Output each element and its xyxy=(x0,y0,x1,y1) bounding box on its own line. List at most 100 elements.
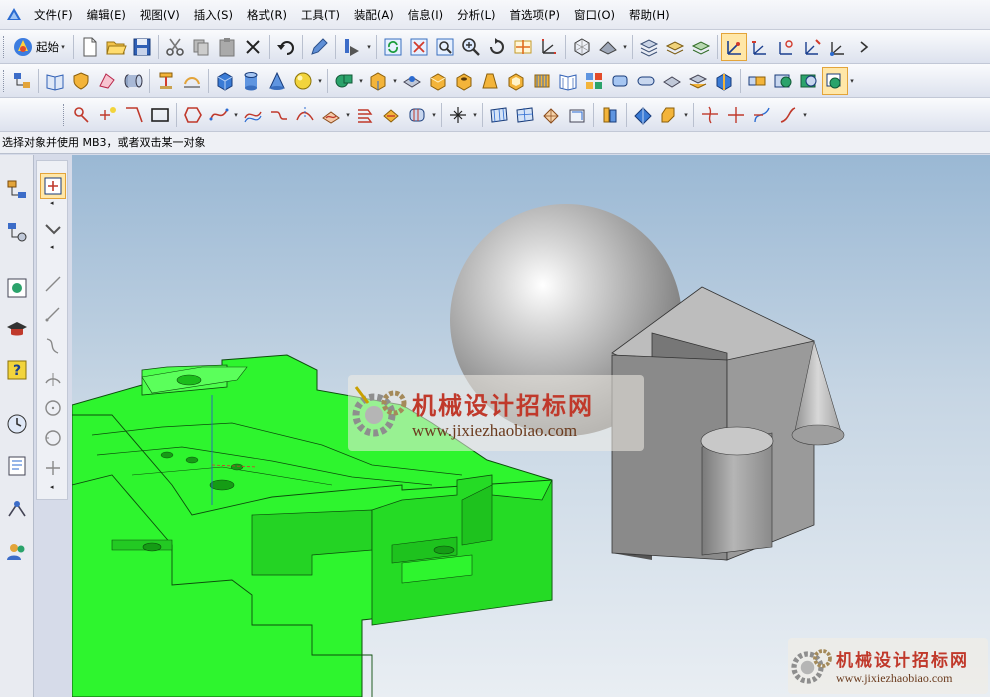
circle-button[interactable] xyxy=(40,395,66,421)
menu-information[interactable]: 信息(I) xyxy=(401,0,450,30)
web-browser-tab[interactable] xyxy=(3,273,30,303)
toolbar-grip[interactable] xyxy=(3,69,6,92)
offset-face-button[interactable] xyxy=(365,67,391,95)
boolean-options-button[interactable] xyxy=(822,66,848,95)
layer-settings-button[interactable] xyxy=(636,33,662,61)
copy-button[interactable] xyxy=(188,33,214,61)
chevron-down-icon[interactable]: ▾ xyxy=(682,111,690,119)
zoom-window-button[interactable] xyxy=(432,33,458,61)
sew-button[interactable] xyxy=(659,67,685,95)
chevron-down-icon[interactable]: ▾ xyxy=(430,111,438,119)
edge-blend-button[interactable] xyxy=(399,67,425,95)
chevron-down-icon[interactable]: ◂ xyxy=(50,483,54,491)
move-to-layer-button[interactable] xyxy=(688,33,714,61)
through-curves-button[interactable] xyxy=(486,101,512,129)
text-curve-button[interactable] xyxy=(378,101,404,129)
chevron-down-icon[interactable]: ◂ xyxy=(50,243,54,251)
profile-line-button[interactable] xyxy=(40,271,66,297)
unite-button[interactable] xyxy=(744,67,770,95)
studio-surface-button[interactable] xyxy=(564,101,590,129)
tube-button[interactable] xyxy=(633,67,659,95)
surface-offset-button[interactable] xyxy=(630,101,656,129)
hole-button[interactable] xyxy=(451,67,477,95)
chevron-down-icon[interactable]: ▾ xyxy=(316,77,324,85)
revolve-button[interactable] xyxy=(179,67,205,95)
assembly-navigator-tab[interactable] xyxy=(3,175,30,205)
divide-curve-button[interactable] xyxy=(723,101,749,129)
book-tool-button[interactable] xyxy=(42,67,68,95)
roles-tab[interactable] xyxy=(3,537,30,567)
sketch-feature-button[interactable] xyxy=(94,67,120,95)
menu-edit[interactable]: 编辑(E) xyxy=(80,0,133,30)
isoparametric-curve-button[interactable] xyxy=(404,101,430,129)
new-file-button[interactable] xyxy=(77,33,103,61)
chevron-down-icon[interactable]: ▾ xyxy=(391,77,399,85)
menu-insert[interactable]: 插入(S) xyxy=(187,0,240,30)
offset-curve-button[interactable] xyxy=(240,101,266,129)
bridge-curve-button[interactable] xyxy=(266,101,292,129)
delete-button[interactable] xyxy=(240,33,266,61)
layer-visible-button[interactable] xyxy=(662,33,688,61)
boolean-unite-button[interactable] xyxy=(331,67,357,95)
rotate-button[interactable] xyxy=(484,33,510,61)
menu-help[interactable]: 帮助(H) xyxy=(622,0,677,30)
rectangle-button[interactable] xyxy=(147,101,173,129)
polygon-button[interactable] xyxy=(180,101,206,129)
book-pages-button[interactable] xyxy=(555,67,581,95)
subtract-button[interactable] xyxy=(770,67,796,95)
system-materials-tab[interactable] xyxy=(3,451,30,481)
more-tools-button[interactable] xyxy=(851,33,877,61)
chevron-down-icon[interactable]: ▾ xyxy=(232,111,240,119)
sketch-button[interactable] xyxy=(40,173,66,199)
wcs-origin-button[interactable] xyxy=(747,33,773,61)
history-tab[interactable] xyxy=(3,409,30,439)
toolbar-grip[interactable] xyxy=(3,35,6,58)
pattern-button[interactable] xyxy=(581,67,607,95)
menu-file[interactable]: 文件(F) xyxy=(27,0,80,30)
line-button[interactable] xyxy=(40,301,66,327)
save-button[interactable] xyxy=(129,33,155,61)
shield-tool-button[interactable] xyxy=(68,67,94,95)
orient-view-button[interactable] xyxy=(536,33,562,61)
select-wcs-button[interactable] xyxy=(721,32,747,61)
curve-length-button[interactable] xyxy=(775,101,801,129)
cylinder-feature-button[interactable] xyxy=(120,67,146,95)
undo-button[interactable] xyxy=(273,33,299,61)
project-curve-button[interactable] xyxy=(292,101,318,129)
trim-sheet-button[interactable] xyxy=(656,101,682,129)
chevron-down-icon[interactable]: ▾ xyxy=(801,111,809,119)
trim-curve-button[interactable] xyxy=(697,101,723,129)
menu-assembly[interactable]: 装配(A) xyxy=(347,0,401,30)
sphere-button[interactable] xyxy=(290,67,316,95)
thread-button[interactable] xyxy=(529,67,555,95)
cut-button[interactable] xyxy=(162,33,188,61)
menu-preferences[interactable]: 首选项(P) xyxy=(503,0,567,30)
chamfer-button[interactable] xyxy=(425,67,451,95)
cone-button[interactable] xyxy=(264,67,290,95)
point-button[interactable] xyxy=(69,101,95,129)
wcs-rotate-button[interactable] xyxy=(773,33,799,61)
info-button[interactable] xyxy=(339,33,365,61)
chevron-down-icon[interactable]: ◂ xyxy=(50,199,54,207)
paste-button[interactable] xyxy=(214,33,240,61)
cylinder-button[interactable] xyxy=(238,67,264,95)
menu-analysis[interactable]: 分析(L) xyxy=(450,0,502,30)
assembly-navigator-button[interactable] xyxy=(9,67,35,95)
chevron-down-icon[interactable]: ▾ xyxy=(848,77,856,85)
extract-button[interactable] xyxy=(607,67,633,95)
menu-tools[interactable]: 工具(T) xyxy=(294,0,347,30)
studio-spline-button[interactable] xyxy=(40,333,66,359)
sketch-constraint-button[interactable] xyxy=(40,217,66,243)
point-sketch-button[interactable] xyxy=(40,455,66,481)
process-studio-tab[interactable] xyxy=(3,495,30,525)
helix-button[interactable] xyxy=(352,101,378,129)
chevron-down-icon[interactable]: ▾ xyxy=(365,43,373,51)
chevron-down-icon[interactable]: ▾ xyxy=(471,111,479,119)
patch-button[interactable] xyxy=(685,67,711,95)
arc-button[interactable] xyxy=(40,365,66,391)
chevron-down-icon[interactable]: ▾ xyxy=(344,111,352,119)
part-navigator-tab[interactable] xyxy=(3,217,30,247)
shell-button[interactable] xyxy=(503,67,529,95)
chevron-down-icon[interactable]: ▾ xyxy=(357,77,365,85)
draft-button[interactable] xyxy=(477,67,503,95)
